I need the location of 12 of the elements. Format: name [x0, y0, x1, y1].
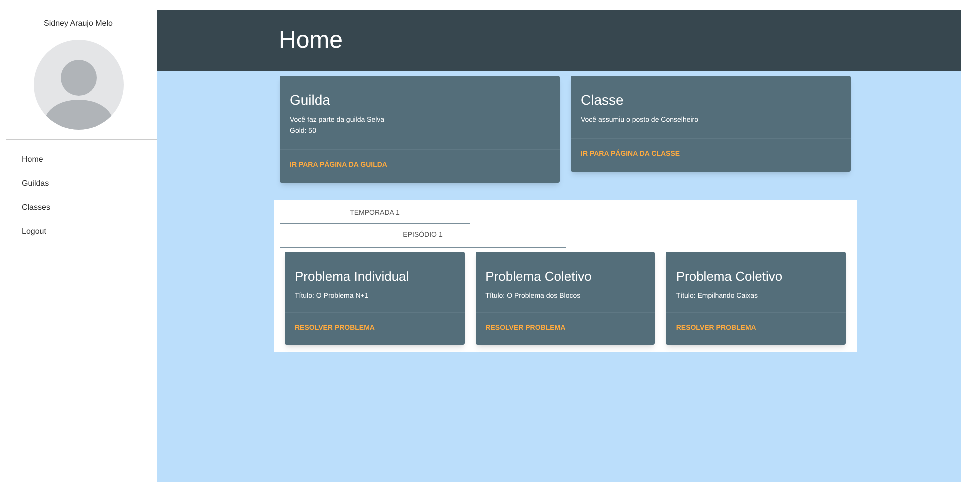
card-title: Problema Coletivo — [676, 268, 784, 286]
avatar-icon — [34, 40, 124, 130]
card-title: Guilda — [290, 91, 332, 110]
page-title: Home — [279, 26, 344, 56]
card-title: Classe — [581, 91, 625, 110]
sidebar-item[interactable]: Guildas — [0, 172, 157, 196]
card-title: Problema Individual — [295, 268, 410, 286]
sidebar-item[interactable]: Classes — [0, 196, 157, 220]
user-name: Sidney Araujo Melo — [43, 18, 114, 30]
sidebar-item[interactable]: Logout — [0, 220, 157, 244]
sidebar-item[interactable]: Home — [0, 148, 157, 172]
card-title: Problema Coletivo — [486, 268, 593, 286]
